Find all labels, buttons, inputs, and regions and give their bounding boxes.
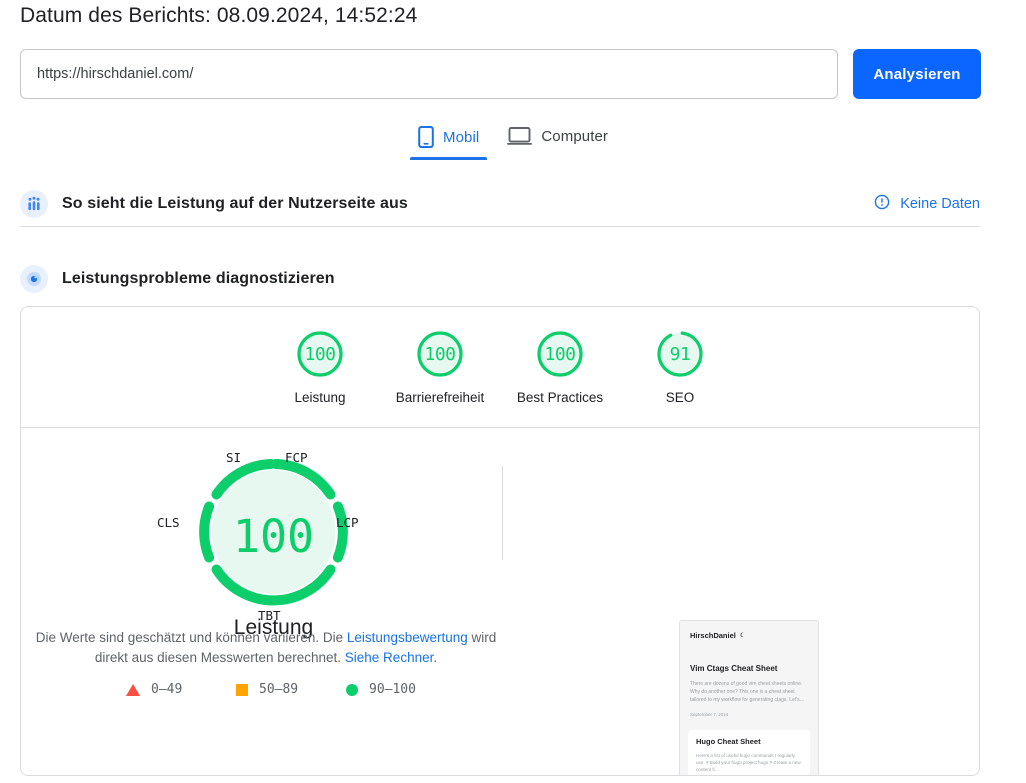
url-form: Analysieren [20,49,1006,99]
disclaimer-text-1: Die Werte sind geschätzt und können vari… [35,630,347,645]
legend-item-poor: 0–49 [126,682,236,697]
metric-label-cls: CLS [157,515,180,530]
page-screenshot-thumbnail: HirschDaniel ☾ Vim Ctags Cheat Sheet The… [679,620,819,775]
thumbnail-hero-post: Vim Ctags Cheat Sheet There are dozens o… [680,640,818,723]
field-data-icon [20,190,48,218]
score-ring-best-practices: 100 [535,329,585,379]
thumbnail-post-1-body: Here's a list of useful hugo commands I … [696,753,801,772]
tab-mobile[interactable]: Mobil [404,122,493,160]
report-date: Datum des Berichts: 08.09.2024, 14:52:24 [20,4,418,27]
section-divider [20,226,980,227]
field-data-section: So sieht die Leistung auf der Nutzerseit… [20,182,980,227]
no-data-label: Keine Daten [900,196,980,212]
mobile-phone-icon [418,126,434,148]
legend-range-average: 50–89 [259,682,299,697]
field-data-title: So sieht die Leistung auf der Nutzerseit… [62,195,408,212]
vertical-divider [502,466,503,560]
score-ring-performance: 100 [295,329,345,379]
info-circle-icon [874,194,890,214]
metric-label-fcp: FCP [285,450,308,465]
gauge-score-value: 100 [232,510,315,563]
thumbnail-hero-title: Vim Ctags Cheat Sheet [690,664,778,673]
thumbnail-hero-date: September 7, 2024 [690,712,729,717]
score-legend: 0–49 50–89 90–100 [126,682,456,697]
thumbnail-post-1-title: Hugo Cheat Sheet [696,737,761,746]
gauge-area: 100 Leistung FCP LCP TBT CLS SI Die Wert… [21,428,979,775]
field-data-header: So sieht die Leistung auf der Nutzerseit… [20,182,980,226]
no-data-indicator[interactable]: Keine Daten [874,194,980,214]
metric-label-si: SI [226,450,242,465]
tab-mobile-label: Mobil [442,128,480,146]
thumbnail-hero-body: There are dozens of good vim cheat sheet… [690,681,805,703]
score-label-seo: SEO [665,390,695,405]
circle-icon [346,683,358,696]
lab-data-title: Leistungsprobleme diagnostizieren [62,270,335,287]
lab-data-section: Leistungsprobleme diagnostizieren [20,257,980,301]
score-value-best-practices: 100 [544,343,576,365]
disclaimer-text-3: . [433,650,438,665]
metric-label-lcp: LCP [336,515,359,530]
legend-item-good: 90–100 [346,682,456,697]
laptop-icon [507,126,533,146]
legend-range-poor: 0–49 [151,682,183,697]
score-accessibility[interactable]: 100 Barrierefreiheit [380,329,500,405]
score-performance[interactable]: 100 Leistung [260,329,380,405]
square-icon [236,683,248,696]
thumbnail-post-1: Hugo Cheat Sheet Here's a list of useful… [688,730,810,775]
performance-scoring-link[interactable]: Leistungsbewertung [347,630,468,645]
url-input[interactable] [20,49,838,99]
triangle-icon [126,683,140,696]
analyze-button[interactable]: Analysieren [853,49,981,99]
metric-label-tbt: TBT [258,608,281,623]
score-value-seo: 91 [669,343,691,365]
score-ring-seo: 91 [655,329,705,379]
tab-desktop-label: Computer [541,127,609,145]
legend-range-good: 90–100 [369,682,416,697]
score-value-accessibility: 100 [424,343,456,365]
score-ring-accessibility: 100 [415,329,465,379]
pagespeed-report-page: Datum des Berichts: 08.09.2024, 14:52:24… [0,0,1026,783]
score-label-accessibility: Barrierefreiheit [395,390,485,405]
performance-gauge: 100 Leistung FCP LCP TBT CLS SI [146,450,401,657]
score-label-performance: Leistung [294,390,346,405]
calculator-link[interactable]: Siehe Rechner [345,650,434,665]
moon-icon: ☾ [739,633,746,639]
legend-item-average: 50–89 [236,682,346,697]
tab-desktop[interactable]: Computer [493,122,622,158]
score-label-best-practices: Best Practices [516,390,604,405]
device-tabs: Mobil Computer [0,122,1026,164]
lighthouse-icon [20,265,48,293]
thumbnail-brand-label: HirschDaniel [690,631,736,640]
score-value-performance: 100 [304,343,336,365]
score-seo[interactable]: 91 SEO [620,329,740,405]
lab-results-card: 100 Leistung 100 Barrierefreiheit 100 Be… [20,306,980,776]
estimate-disclaimer: Die Werte sind geschätzt und können vari… [31,628,501,668]
thumbnail-brand: HirschDaniel ☾ [690,631,818,640]
score-best-practices[interactable]: 100 Best Practices [500,329,620,405]
lab-data-header: Leistungsprobleme diagnostizieren [20,257,980,301]
category-scores: 100 Leistung 100 Barrierefreiheit 100 Be… [21,307,979,405]
